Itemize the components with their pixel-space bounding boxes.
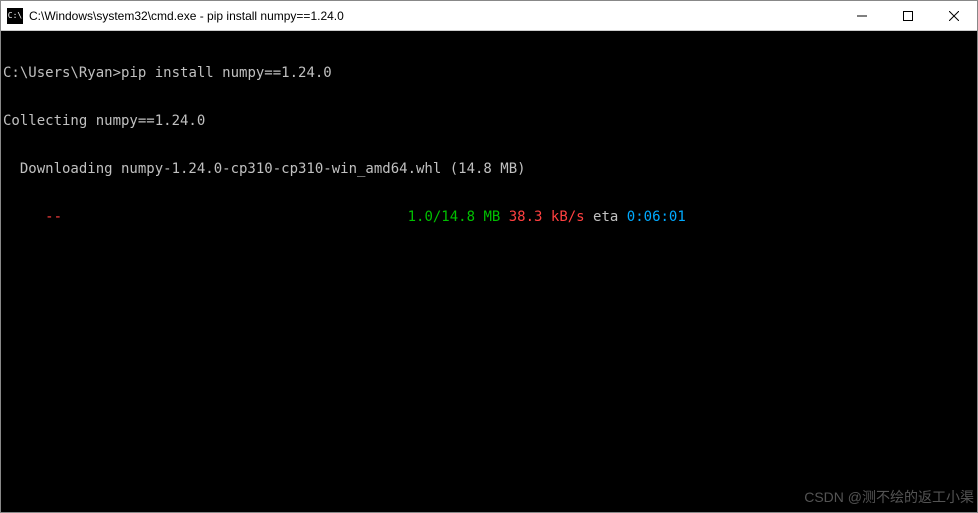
output-line: Collecting numpy==1.24.0 (3, 113, 977, 129)
close-button[interactable] (931, 1, 977, 30)
progress-mb: 1.0/14.8 MB (408, 209, 501, 225)
minimize-icon (857, 11, 867, 21)
progress-eta: 0:06:01 (627, 209, 686, 225)
progress-line: -- 1.0/14.8 MB 38.3 kB/s eta 0:06:01 (3, 209, 977, 225)
prompt: C:\Users\Ryan> (3, 65, 121, 81)
output-line: Downloading numpy-1.24.0-cp310-cp310-win… (3, 161, 977, 177)
progress-bar-chars: -- (3, 209, 62, 225)
maximize-icon (903, 11, 913, 21)
maximize-button[interactable] (885, 1, 931, 30)
eta-label: eta (593, 209, 618, 225)
close-icon (949, 11, 959, 21)
cmd-icon: C:\ (7, 8, 23, 24)
command-text: pip install numpy==1.24.0 (121, 65, 332, 81)
minimize-button[interactable] (839, 1, 885, 30)
cmd-window: C:\ C:\Windows\system32\cmd.exe - pip in… (0, 0, 978, 513)
titlebar[interactable]: C:\ C:\Windows\system32\cmd.exe - pip in… (1, 1, 977, 31)
progress-spacing (62, 209, 408, 225)
prompt-line: C:\Users\Ryan>pip install numpy==1.24.0 (3, 65, 977, 81)
progress-speed: 38.3 kB/s (509, 209, 585, 225)
window-title: C:\Windows\system32\cmd.exe - pip instal… (29, 9, 839, 23)
terminal-output[interactable]: C:\Users\Ryan>pip install numpy==1.24.0 … (1, 31, 977, 512)
window-controls (839, 1, 977, 30)
